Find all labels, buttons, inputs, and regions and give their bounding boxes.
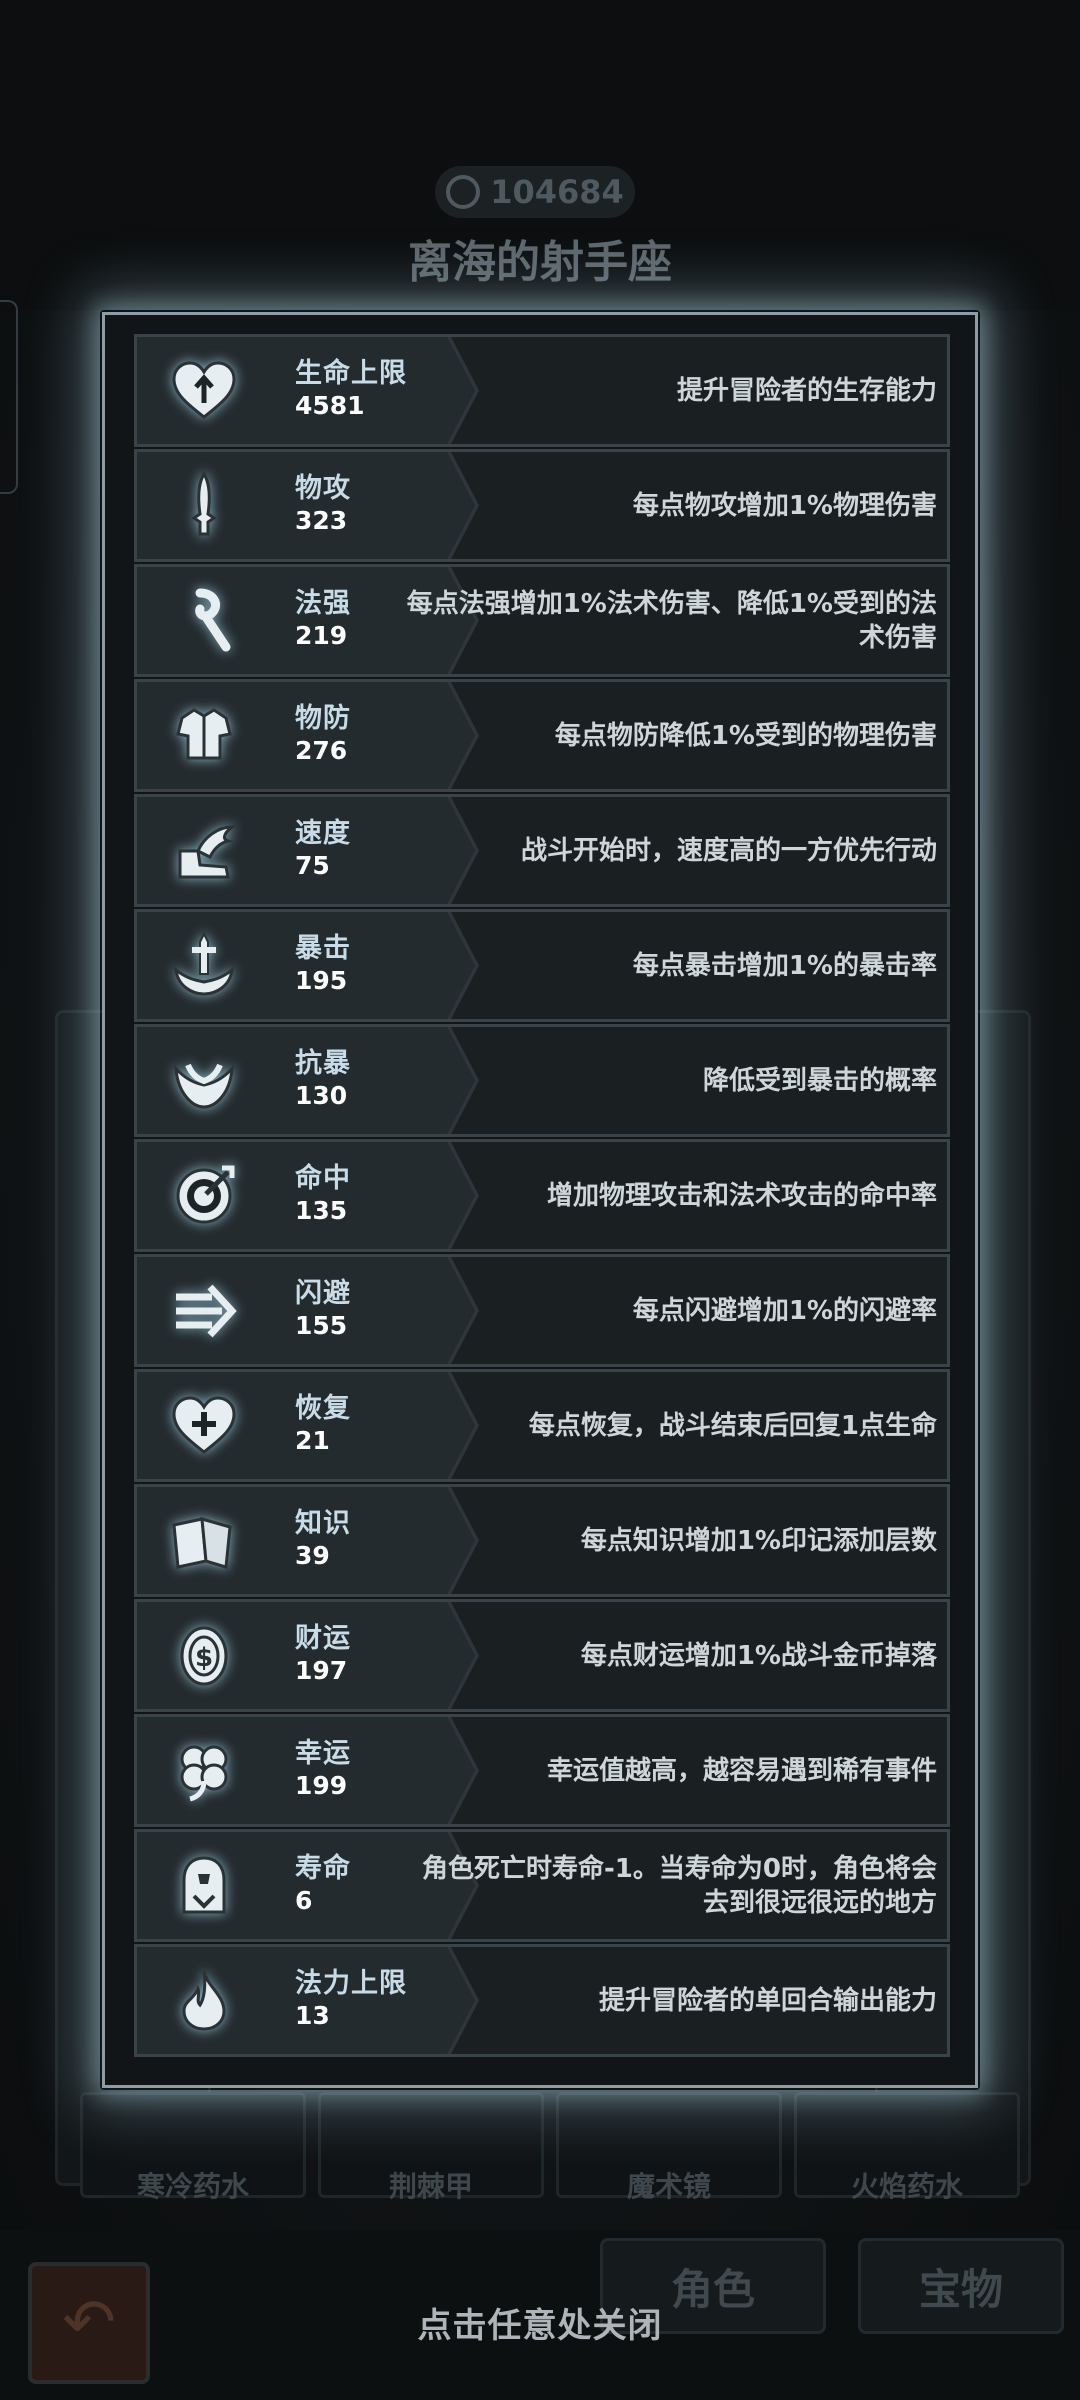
stat-row: 寿命 6 角色死亡时寿命-1。当寿命为0时，角色将会去到很远很远的地方 [134, 1829, 950, 1942]
staff-icon [167, 584, 241, 658]
stat-name: 幸运 [295, 1738, 351, 1769]
stat-description: 每点物防降低1%受到的物理伤害 [554, 720, 937, 751]
stat-description: 每点恢复，战斗结束后回复1点生命 [528, 1410, 937, 1441]
stat-description: 角色死亡时寿命-1。当寿命为0时，角色将会去到很远很远的地方 [422, 1853, 937, 1918]
stat-row: $ 财运 197 每点财运增加1%战斗金币掉落 [134, 1599, 950, 1712]
stat-row: 生命上限 4581 提升冒险者的生存能力 [134, 334, 950, 447]
stat-description: 每点知识增加1%印记添加层数 [580, 1525, 937, 1556]
stat-row: 物攻 323 每点物攻增加1%物理伤害 [134, 449, 950, 562]
stat-row: 知识 39 每点知识增加1%印记添加层数 [134, 1484, 950, 1597]
stat-row: 物防 276 每点物防降低1%受到的物理伤害 [134, 679, 950, 792]
close-hint[interactable]: 点击任意处关闭 [0, 2298, 1080, 2347]
crit-resist-icon [167, 1044, 241, 1118]
target-icon [167, 1159, 241, 1233]
stat-name: 暴击 [295, 933, 351, 964]
stat-name: 生命上限 [295, 358, 407, 389]
stats-list: 生命上限 4581 提升冒险者的生存能力物攻 323 每点物攻增加1%物理伤害法强 219… [134, 334, 950, 2059]
stat-name: 恢复 [295, 1393, 351, 1424]
stat-value: 155 [295, 1311, 348, 1340]
stat-description: 每点闪避增加1%的闪避率 [632, 1295, 937, 1326]
stat-row: 恢复 21 每点恢复，战斗结束后回复1点生命 [134, 1369, 950, 1482]
stat-name: 物防 [295, 703, 351, 734]
stat-row: 法强 219 每点法强增加1%法术伤害、降低1%受到的法术伤害 [134, 564, 950, 677]
stat-value: 195 [295, 966, 348, 995]
heart-up-icon [167, 354, 241, 428]
score-value: 104684 [490, 173, 624, 211]
stat-name: 知识 [295, 1508, 351, 1539]
stat-name: 抗暴 [295, 1048, 351, 1079]
stat-value: 4581 [295, 391, 365, 420]
stat-row: 暴击 195 每点暴击增加1%的暴击率 [134, 909, 950, 1022]
stat-description: 每点暴击增加1%的暴击率 [632, 950, 937, 981]
score-display: 104684 [435, 166, 635, 218]
stat-value: 39 [295, 1541, 330, 1570]
item-slot: 魔术镜 [556, 2092, 782, 2203]
book-icon [167, 1504, 241, 1578]
stat-value: 75 [295, 851, 330, 880]
crit-sword-icon [167, 929, 241, 1003]
clover-icon [167, 1734, 241, 1808]
stat-description: 每点法强增加1%法术伤害、降低1%受到的法术伤害 [406, 588, 937, 653]
feather-coin-icon [446, 175, 481, 209]
tombstone-icon [167, 1849, 241, 1923]
heart-plus-icon [167, 1389, 241, 1463]
stat-value: 135 [295, 1196, 348, 1225]
stat-name: 命中 [295, 1163, 351, 1194]
stat-value: 6 [295, 1886, 313, 1915]
stat-value: 276 [295, 736, 348, 765]
item-label: 火焰药水 [850, 2170, 963, 2203]
character-title: 离海的射手座 [408, 237, 672, 288]
item-slot: 寒冷药水 [80, 2092, 306, 2203]
item-bar: 寒冷药水 荆棘甲 魔术镜 火焰药水 [0, 2080, 1080, 2203]
coin-icon: $ [167, 1619, 241, 1693]
dodge-arrow-icon [167, 1274, 241, 1348]
stat-row: 命中 135 增加物理攻击和法术攻击的命中率 [134, 1139, 950, 1252]
stat-value: 130 [295, 1081, 348, 1110]
stat-value: 21 [295, 1426, 330, 1455]
mana-drop-icon [167, 1964, 241, 2038]
stat-description: 增加物理攻击和法术攻击的命中率 [546, 1180, 937, 1211]
stat-value: 199 [295, 1771, 348, 1800]
stat-name: 闪避 [295, 1278, 351, 1309]
stat-name: 速度 [295, 818, 351, 849]
stat-description: 战斗开始时，速度高的一方优先行动 [520, 835, 937, 866]
svg-text:$: $ [195, 1643, 213, 1673]
stat-name: 法强 [295, 588, 351, 619]
stat-description: 降低受到暴击的概率 [702, 1065, 937, 1096]
winged-boot-icon [167, 814, 241, 888]
stat-description: 每点物攻增加1%物理伤害 [632, 490, 937, 521]
stat-description: 提升冒险者的生存能力 [676, 375, 937, 406]
item-label: 魔术镜 [626, 2170, 711, 2203]
stat-row: 抗暴 130 降低受到暴击的概率 [134, 1024, 950, 1137]
stat-row: 幸运 199 幸运值越高，越容易遇到稀有事件 [134, 1714, 950, 1827]
stat-description: 提升冒险者的单回合输出能力 [598, 1985, 937, 2016]
stat-value: 13 [295, 2001, 330, 2030]
item-slot: 火焰药水 [794, 2092, 1020, 2203]
item-label: 荆棘甲 [388, 2170, 473, 2203]
stat-name: 寿命 [295, 1853, 351, 1884]
stat-value: 219 [295, 621, 348, 650]
sword-icon [167, 469, 241, 543]
stat-value: 197 [295, 1656, 348, 1685]
stat-row: 速度 75 战斗开始时，速度高的一方优先行动 [134, 794, 950, 907]
stat-name: 财运 [295, 1623, 351, 1654]
stat-row: 法力上限 13 提升冒险者的单回合输出能力 [134, 1944, 950, 2057]
stat-name: 物攻 [295, 473, 351, 504]
stat-value: 323 [295, 506, 348, 535]
stat-description: 每点财运增加1%战斗金币掉落 [580, 1640, 937, 1671]
stat-row: 闪避 155 每点闪避增加1%的闪避率 [134, 1254, 950, 1367]
item-slot: 荆棘甲 [318, 2092, 544, 2203]
side-tab [0, 300, 18, 494]
item-label: 寒冷药水 [136, 2170, 249, 2203]
stat-name: 法力上限 [295, 1968, 407, 1999]
armor-icon [167, 699, 241, 773]
stat-description: 幸运值越高，越容易遇到稀有事件 [546, 1755, 937, 1786]
